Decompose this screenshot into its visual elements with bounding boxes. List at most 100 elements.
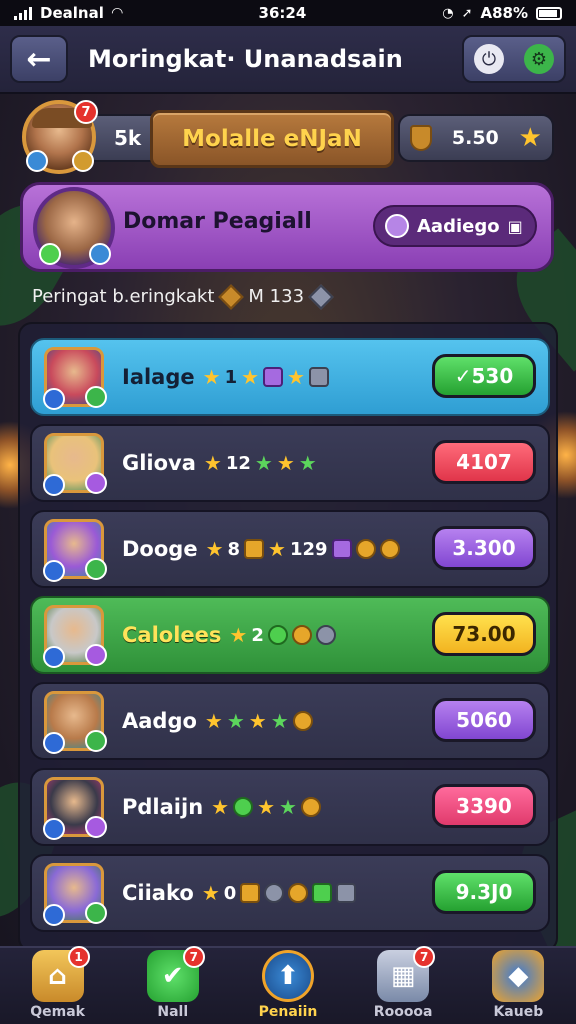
page-title: Moringkat· Unanadsain: [88, 45, 403, 73]
star-icon: ★: [204, 709, 223, 733]
current-player-card[interactable]: Domar Peagiall Aadiego ▣: [20, 182, 554, 272]
ranking-summary-label: Peringat b.eringkakt: [32, 286, 215, 307]
star-icon: ★: [203, 451, 222, 475]
nav-label: Nall: [157, 1004, 189, 1020]
nav-item-kaueb[interactable]: ◆ Kaueb: [470, 950, 566, 1020]
star-icon: ★: [226, 709, 245, 733]
player-avatar: [43, 605, 107, 668]
player-guild-pill[interactable]: Aadiego ▣: [373, 205, 537, 247]
leaderboard-row[interactable]: Dooge ★ 8 ★ 129 3.300: [30, 510, 550, 588]
stat-value: 12: [225, 452, 251, 474]
back-button[interactable]: ←: [10, 35, 68, 83]
coin-icon: [355, 539, 376, 559]
currency-pill[interactable]: 5.50 ★: [398, 114, 554, 162]
coin-icon: [72, 150, 94, 172]
player-stats: ★ 0: [201, 881, 357, 905]
sword-icon: [263, 367, 284, 387]
star-icon: ★: [201, 881, 220, 905]
guild-emblem-icon: ▣: [507, 216, 523, 236]
leaf-icon: [39, 243, 61, 265]
gear-icon: [315, 625, 336, 645]
skill-badge-icon: [43, 388, 65, 410]
skill-badge-icon: [43, 818, 65, 840]
player-name: Calolees: [122, 623, 222, 647]
player-avatar: [43, 519, 107, 582]
leaderboard-row[interactable]: Gliova ★ 12 ★ ★ ★ 4107: [30, 424, 550, 502]
skill-badge-icon: [43, 560, 65, 582]
player-name: Dooge: [122, 537, 198, 561]
player-stats: ★ 2: [229, 625, 336, 646]
leaderboard-list: Ialage ★ 1 ★ ★ ✓530 Gliova ★ 12 ★ ★ ★ 4107 Dooge ★ 8 ★ 12…: [18, 322, 558, 952]
ranking-summary: Peringat b.eringkakt M 133: [32, 283, 334, 310]
coin-icon: [300, 797, 321, 817]
notification-badge: 7: [413, 946, 436, 968]
star-icon: ★: [298, 451, 317, 475]
player-guild-label: Aadiego: [417, 215, 500, 237]
leaderboard-row[interactable]: Pdlaijn ★ ★ ★ 3390: [30, 768, 550, 846]
class-badge-icon: [85, 816, 107, 838]
top-resource-bar: 5k 7 Molalle eNJaN 5.50 ★: [22, 100, 554, 178]
settings-button[interactable]: ⚙: [524, 44, 554, 74]
carrier-label: Dealnal: [40, 4, 104, 22]
status-bar: Dealnal ◠ 36:24 ◔ ➚ A88%: [0, 0, 576, 26]
score-badge: 9.3J0: [432, 870, 536, 914]
star-icon: ★: [254, 451, 273, 475]
nav-label: Qemak: [30, 1004, 85, 1020]
power-icon: ⏻: [481, 48, 497, 70]
crown-icon: [218, 283, 245, 310]
arrow-left-icon: ←: [26, 41, 52, 77]
leaderboard-row[interactable]: Aadgo ★ ★ ★ ★ 5060: [30, 682, 550, 760]
score-badge: 4107: [432, 440, 536, 484]
battery-icon: [535, 6, 562, 20]
leaderboard-row[interactable]: Ialage ★ 1 ★ ★ ✓530: [30, 338, 550, 416]
event-title: Molalle eNJaN: [182, 126, 362, 152]
nav-label: Kaueb: [493, 1004, 544, 1020]
player-avatar: [43, 777, 107, 840]
event-title-banner: Molalle eNJaN: [150, 110, 394, 168]
nav-item-penaiin[interactable]: ⬆ Penaiin: [240, 950, 336, 1020]
nav-item-qemak[interactable]: ⌂ 1 Qemak: [10, 946, 106, 1020]
class-badge-icon: [85, 386, 107, 408]
barrel-icon: [312, 883, 333, 903]
nav-item-nall[interactable]: ✔ 7 Nall: [125, 946, 221, 1020]
coin-icon: [379, 539, 400, 559]
nav-item-rooooa[interactable]: ▦ 7 Rooooa: [355, 946, 451, 1020]
star-icon: ★: [202, 365, 221, 389]
score-badge: 5060: [432, 698, 536, 742]
crate-icon: [244, 539, 265, 559]
stat-value: 8: [227, 538, 241, 560]
player-stats: ★ 1 ★ ★: [203, 367, 329, 388]
gear-icon: [264, 883, 285, 903]
notification-badge: 1: [67, 946, 90, 968]
shield-icon: [410, 125, 432, 151]
sword-icon: [331, 539, 352, 559]
dice-icon: [308, 283, 334, 310]
star-icon: ★: [257, 795, 276, 819]
tool-icon: [308, 367, 329, 387]
location-icon: ➚: [461, 5, 473, 21]
currency-value: 5.50: [451, 127, 499, 149]
stat-value: 129: [289, 538, 328, 560]
signal-icon: [14, 6, 32, 20]
player-stats: ★ 8 ★ 129: [206, 539, 400, 560]
player-stats: ★ ★ ★: [211, 797, 321, 817]
resource-value: 5k: [114, 126, 142, 150]
star-icon: ★: [268, 537, 286, 561]
tool-icon: [26, 150, 48, 172]
player-name: Pdlaijn: [122, 795, 204, 819]
gear-icon: ⚙: [530, 48, 548, 70]
skill-badge-icon: [43, 646, 65, 668]
nav-label: Rooooa: [373, 1004, 433, 1020]
leaderboard-row[interactable]: Calolees ★ 2 73.00: [30, 596, 550, 674]
skill-badge-icon: [43, 904, 65, 926]
score-badge: 3.300: [432, 526, 536, 570]
star-icon: ★: [279, 795, 297, 819]
player-avatar: [43, 863, 107, 926]
app-header: ← Moringkat· Unanadsain ⏻ ⚙: [0, 26, 576, 94]
star-icon: ★: [276, 451, 295, 475]
power-button[interactable]: ⏻: [474, 44, 504, 74]
leaderboard-row[interactable]: Ciiako ★ 0 9.3J0: [30, 854, 550, 932]
class-badge-icon: [85, 730, 107, 752]
header-actions: ⏻ ⚙: [462, 35, 566, 83]
profile-avatar[interactable]: 7: [22, 100, 98, 174]
